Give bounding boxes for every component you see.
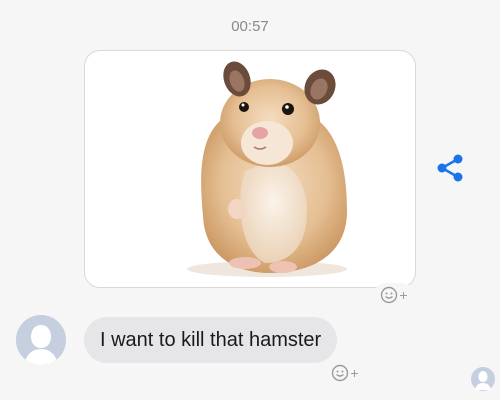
add-reaction-button[interactable]: + bbox=[374, 283, 414, 307]
message-timestamp: 00:57 bbox=[231, 18, 269, 35]
add-reaction-icon bbox=[381, 286, 398, 304]
read-receipt-avatar-icon bbox=[471, 367, 495, 391]
add-reaction-icon bbox=[332, 364, 349, 382]
share-icon[interactable] bbox=[434, 152, 466, 184]
message-bubble[interactable]: I want to kill that hamster bbox=[84, 317, 338, 363]
plus-label: + bbox=[350, 365, 359, 381]
image-message[interactable] bbox=[84, 50, 416, 288]
default-avatar-icon bbox=[16, 315, 66, 365]
plus-label: + bbox=[399, 287, 408, 303]
avatar[interactable] bbox=[16, 315, 66, 365]
add-reaction-button[interactable]: + bbox=[325, 361, 365, 385]
hamster-image bbox=[187, 61, 347, 277]
